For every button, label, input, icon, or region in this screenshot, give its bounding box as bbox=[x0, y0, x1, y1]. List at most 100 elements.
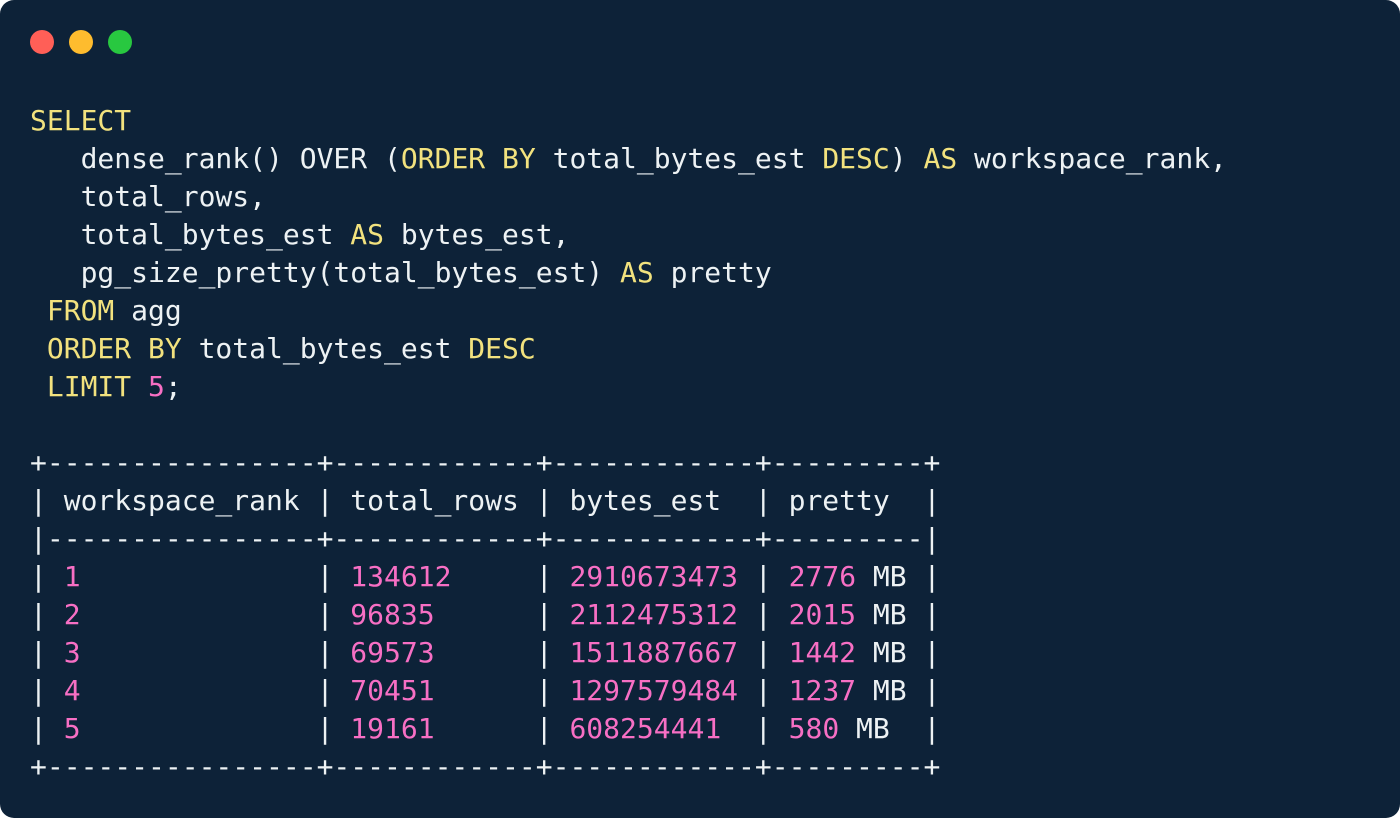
sql-keyword: AS bbox=[923, 142, 957, 175]
table-row-line: | 1 | 134612 | 2910673473 | 2776 MB | bbox=[30, 558, 1227, 596]
sql-keyword: DESC bbox=[468, 332, 535, 365]
sql-keyword: AS bbox=[620, 256, 654, 289]
number-value: 70451 bbox=[350, 674, 434, 707]
sql-keyword: AS bbox=[350, 218, 384, 251]
number-value: 5 bbox=[64, 712, 81, 745]
code-line: dense_rank() OVER (ORDER BY total_bytes_… bbox=[30, 140, 1227, 178]
number-value: 2776 bbox=[789, 560, 856, 593]
text: | bbox=[30, 674, 64, 707]
sql-keyword: ORDER BY bbox=[401, 142, 536, 175]
table-border-line: +----------------+------------+---------… bbox=[30, 444, 1227, 482]
code-line: SELECT bbox=[30, 102, 1227, 140]
number-value: 2112475312 bbox=[569, 598, 738, 631]
text bbox=[30, 370, 47, 403]
number-value: 1237 bbox=[789, 674, 856, 707]
text: | bbox=[81, 598, 351, 631]
number-value: 19161 bbox=[350, 712, 434, 745]
text: | bbox=[81, 712, 351, 745]
terminal-window: SELECT dense_rank() OVER (ORDER BY total… bbox=[0, 0, 1400, 818]
number-value: 3 bbox=[64, 636, 81, 669]
table-separator-line: |----------------+------------+---------… bbox=[30, 520, 1227, 558]
code-line: LIMIT 5; bbox=[30, 368, 1227, 406]
text: | bbox=[738, 598, 789, 631]
table-row-line: | 4 | 70451 | 1297579484 | 1237 MB | bbox=[30, 672, 1227, 710]
minimize-button[interactable] bbox=[69, 30, 93, 54]
text: pretty bbox=[654, 256, 772, 289]
text: | bbox=[738, 636, 789, 669]
number-value: 608254441 bbox=[569, 712, 721, 745]
text: total_bytes_est bbox=[182, 332, 469, 365]
number-value: 69573 bbox=[350, 636, 434, 669]
text: bytes_est, bbox=[384, 218, 569, 251]
text bbox=[30, 294, 47, 327]
text: | bbox=[30, 560, 64, 593]
code-line: total_bytes_est AS bytes_est, bbox=[30, 216, 1227, 254]
text: | bbox=[738, 674, 789, 707]
text: ; bbox=[165, 370, 182, 403]
text: total_bytes_est bbox=[536, 142, 823, 175]
terminal-output: SELECT dense_rank() OVER (ORDER BY total… bbox=[30, 102, 1227, 786]
text: | workspace_rank | total_rows | bytes_es… bbox=[30, 484, 940, 517]
text: +----------------+------------+---------… bbox=[30, 750, 940, 783]
text: total_rows, bbox=[30, 180, 266, 213]
sql-keyword: DESC bbox=[822, 142, 889, 175]
number-value: 2015 bbox=[789, 598, 856, 631]
table-row-line: | 2 | 96835 | 2112475312 | 2015 MB | bbox=[30, 596, 1227, 634]
number-value: 1297579484 bbox=[569, 674, 738, 707]
text: workspace_rank, bbox=[957, 142, 1227, 175]
text bbox=[30, 332, 47, 365]
number-value: 134612 bbox=[350, 560, 451, 593]
text: MB | bbox=[856, 598, 940, 631]
table-row-line: | 5 | 19161 | 608254441 | 580 MB | bbox=[30, 710, 1227, 748]
sql-keyword: LIMIT bbox=[47, 370, 131, 403]
blank-line bbox=[30, 406, 1227, 444]
number-value: 2910673473 bbox=[569, 560, 738, 593]
text: agg bbox=[114, 294, 181, 327]
text: pg_size_pretty(total_bytes_est) bbox=[30, 256, 620, 289]
number-value: 5 bbox=[148, 370, 165, 403]
number-value: 1 bbox=[64, 560, 81, 593]
window-controls bbox=[30, 30, 132, 54]
text: MB | bbox=[856, 636, 940, 669]
text: MB | bbox=[856, 560, 940, 593]
code-line: ORDER BY total_bytes_est DESC bbox=[30, 330, 1227, 368]
text: +----------------+------------+---------… bbox=[30, 446, 940, 479]
text: | bbox=[81, 636, 351, 669]
number-value: 1511887667 bbox=[569, 636, 738, 669]
text: | bbox=[435, 598, 570, 631]
number-value: 2 bbox=[64, 598, 81, 631]
text: | bbox=[30, 598, 64, 631]
text: | bbox=[721, 712, 788, 745]
code-line: pg_size_pretty(total_bytes_est) AS prett… bbox=[30, 254, 1227, 292]
zoom-button[interactable] bbox=[108, 30, 132, 54]
text: | bbox=[30, 712, 64, 745]
text: | bbox=[435, 636, 570, 669]
text: | bbox=[30, 636, 64, 669]
text: ) bbox=[890, 142, 924, 175]
text: dense_rank() OVER ( bbox=[30, 142, 401, 175]
table-border-line: +----------------+------------+---------… bbox=[30, 748, 1227, 786]
code-line: FROM agg bbox=[30, 292, 1227, 330]
sql-keyword: SELECT bbox=[30, 104, 131, 137]
text: MB | bbox=[856, 674, 940, 707]
close-button[interactable] bbox=[30, 30, 54, 54]
sql-keyword: FROM bbox=[47, 294, 114, 327]
text: | bbox=[435, 712, 570, 745]
table-row-line: | 3 | 69573 | 1511887667 | 1442 MB | bbox=[30, 634, 1227, 672]
number-value: 4 bbox=[64, 674, 81, 707]
table-header-line: | workspace_rank | total_rows | bytes_es… bbox=[30, 482, 1227, 520]
number-value: 1442 bbox=[789, 636, 856, 669]
text: | bbox=[435, 674, 570, 707]
text: MB | bbox=[839, 712, 940, 745]
text: total_bytes_est bbox=[30, 218, 350, 251]
text: | bbox=[451, 560, 569, 593]
text: |----------------+------------+---------… bbox=[30, 522, 940, 555]
text: | bbox=[81, 560, 351, 593]
text: | bbox=[738, 560, 789, 593]
number-value: 96835 bbox=[350, 598, 434, 631]
number-value: 580 bbox=[789, 712, 840, 745]
code-line: total_rows, bbox=[30, 178, 1227, 216]
sql-keyword: ORDER BY bbox=[47, 332, 182, 365]
text: | bbox=[81, 674, 351, 707]
text bbox=[131, 370, 148, 403]
